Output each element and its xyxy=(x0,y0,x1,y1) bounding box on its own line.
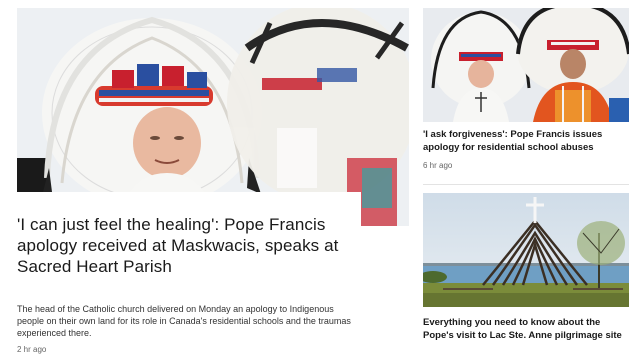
side-story-image-headdress[interactable] xyxy=(423,8,629,122)
story-divider xyxy=(423,184,629,185)
side-story-headline[interactable]: 'I ask forgiveness': Pope Francis issues… xyxy=(423,129,629,154)
side-story-card[interactable]: Everything you need to know about the Po… xyxy=(423,193,629,360)
main-story-headline[interactable]: 'I can just feel the healing': Pope Fran… xyxy=(17,214,347,277)
main-story-timestamp: 2 hr ago xyxy=(17,345,47,354)
main-story-summary: The head of the Catholic church delivere… xyxy=(17,304,351,338)
side-story-card[interactable]: 'I ask forgiveness': Pope Francis issues… xyxy=(423,8,629,178)
side-story-headline[interactable]: Everything you need to know about the Po… xyxy=(423,317,629,342)
main-story-title-box: 'I can just feel the healing': Pope Fran… xyxy=(17,192,361,277)
side-story-image-shelter[interactable] xyxy=(423,193,629,307)
main-story-card[interactable]: 'I can just feel the healing': Pope Fran… xyxy=(17,8,409,360)
side-story-timestamp: 6 hr ago xyxy=(423,161,453,170)
